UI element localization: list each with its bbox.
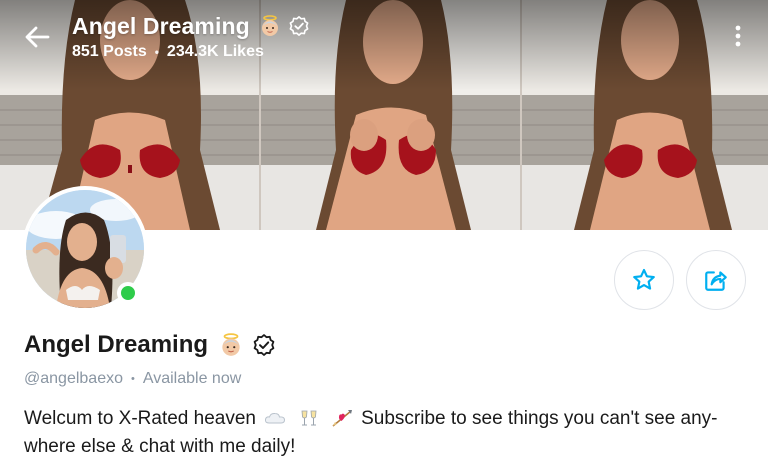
stats-separator: •	[154, 45, 159, 59]
handle-row: @angelbaexo • Available now	[24, 370, 241, 388]
availability-status: Available now	[142, 370, 242, 387]
verified-badge-icon	[289, 16, 309, 36]
username-handle: @angelbaexo	[24, 370, 123, 387]
profile-name-row: Angel Dreaming	[24, 331, 276, 359]
likes-count: 234.3K Likes	[166, 43, 264, 60]
header-stats: 851 Posts • 234.3K Likes	[72, 43, 310, 61]
clinking-glasses-emoji-icon	[301, 410, 316, 426]
bio-text-part1: Welcum to X-Rated heaven	[24, 408, 256, 429]
header-profile-name: Angel Dreaming	[72, 12, 250, 39]
online-status-indicator	[117, 282, 139, 304]
bio-text-line2: where else & chat with me daily!	[24, 436, 296, 457]
favorite-button[interactable]	[614, 250, 674, 310]
share-button[interactable]	[686, 250, 746, 310]
bio-text-part2: Subscribe to see things you can't see an…	[361, 408, 718, 429]
share-icon	[705, 271, 727, 291]
header-name-row: Angel Dreaming	[72, 12, 310, 40]
baby-angel-emoji-icon	[261, 15, 278, 36]
back-arrow-icon[interactable]	[22, 22, 52, 52]
posts-count: 851 Posts	[72, 43, 147, 60]
more-options-icon[interactable]	[726, 22, 750, 50]
star-icon	[633, 268, 655, 290]
baby-angel-emoji-icon	[222, 333, 240, 356]
profile-bio: Welcum to X-Rated heaven Subscribe to se…	[24, 405, 754, 461]
heart-arrow-emoji-icon	[332, 410, 352, 427]
cloud-emoji-icon	[265, 412, 286, 424]
verified-badge-icon	[253, 334, 275, 356]
header-info: Angel Dreaming 851 Posts • 234.3K Likes	[72, 12, 310, 61]
handle-separator: •	[130, 373, 135, 385]
profile-name: Angel Dreaming	[24, 331, 209, 358]
